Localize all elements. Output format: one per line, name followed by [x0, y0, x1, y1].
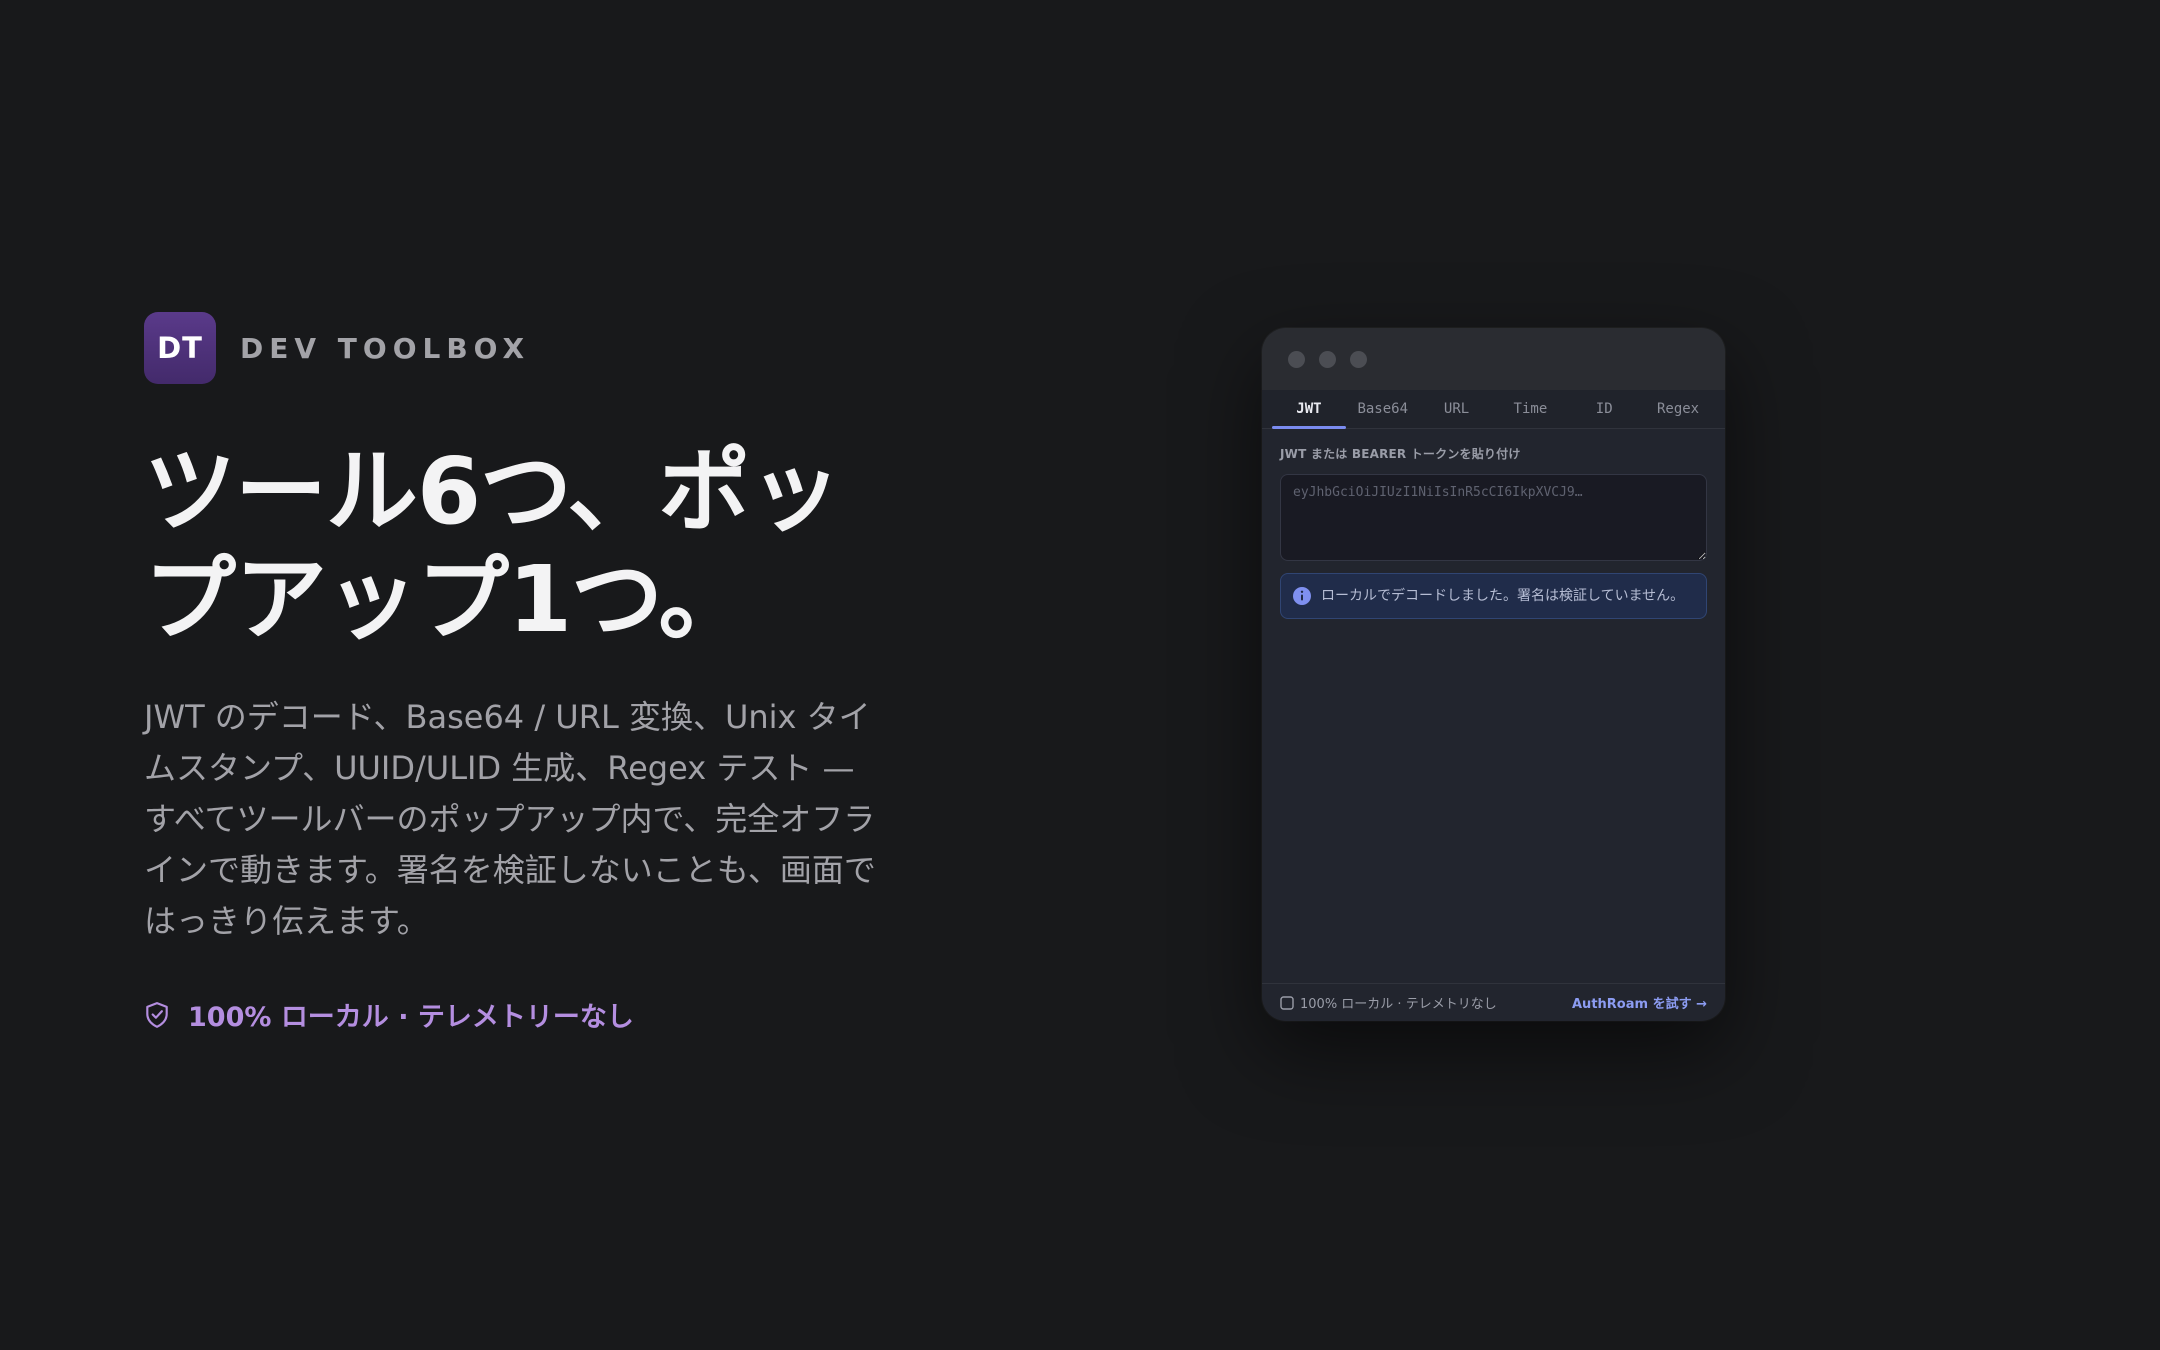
- window-close-dot[interactable]: [1288, 350, 1305, 368]
- token-input[interactable]: [1280, 474, 1707, 561]
- page: DT DEV TOOLBOX ツール6つ、ポップアップ1つ。 JWT のデコード…: [0, 0, 2160, 1350]
- brand-name: DEV TOOLBOX: [240, 331, 531, 365]
- checkbox-icon: [1280, 995, 1294, 1010]
- window-zoom-dot[interactable]: [1350, 350, 1367, 368]
- tab-jwt[interactable]: JWT: [1272, 390, 1346, 429]
- info-icon: [1293, 587, 1311, 605]
- window-minimize-dot[interactable]: [1319, 350, 1336, 368]
- brand-logo: DT: [144, 312, 216, 384]
- jwt-panel: JWT または BEARER トークンを貼り付け ローカルでデコードしました。署…: [1262, 429, 1725, 619]
- description: JWT のデコード、Base64 / URL 変換、Unix タイムスタンプ、U…: [144, 698, 876, 940]
- tab-base64[interactable]: Base64: [1346, 390, 1420, 428]
- local-badge-text: 100% ローカル · テレメトリーなし: [188, 1002, 634, 1033]
- token-input-label: JWT または BEARER トークンを貼り付け: [1280, 447, 1521, 461]
- tab-time[interactable]: Time: [1493, 390, 1567, 428]
- tab-regex[interactable]: Regex: [1641, 390, 1715, 428]
- decode-notice: ローカルでデコードしました。署名は検証していません。: [1280, 573, 1707, 619]
- local-badge: 100% ローカル · テレメトリーなし: [144, 995, 634, 1034]
- decode-notice-text: ローカルでデコードしました。署名は検証していません。: [1321, 588, 1685, 604]
- extension-popup: JWT Base64 URL Time ID Regex JWT または BEA…: [1262, 328, 1725, 1021]
- try-authroam-link[interactable]: AuthRoam を試す →: [1572, 993, 1707, 1012]
- brand: DT DEV TOOLBOX: [144, 312, 530, 384]
- shield-check-icon: [146, 1001, 168, 1028]
- footer-status-text: 100% ローカル · テレメトリなし: [1300, 997, 1497, 1012]
- tab-id[interactable]: ID: [1567, 390, 1641, 428]
- tool-tabs: JWT Base64 URL Time ID Regex: [1262, 390, 1725, 429]
- tab-url[interactable]: URL: [1420, 390, 1494, 428]
- footer-status: 100% ローカル · テレメトリなし: [1280, 993, 1497, 1012]
- headline: ツール6つ、ポップアップ1つ。: [144, 438, 841, 653]
- popup-footer: 100% ローカル · テレメトリなし AuthRoam を試す →: [1262, 983, 1725, 1021]
- window-titlebar: [1262, 328, 1725, 390]
